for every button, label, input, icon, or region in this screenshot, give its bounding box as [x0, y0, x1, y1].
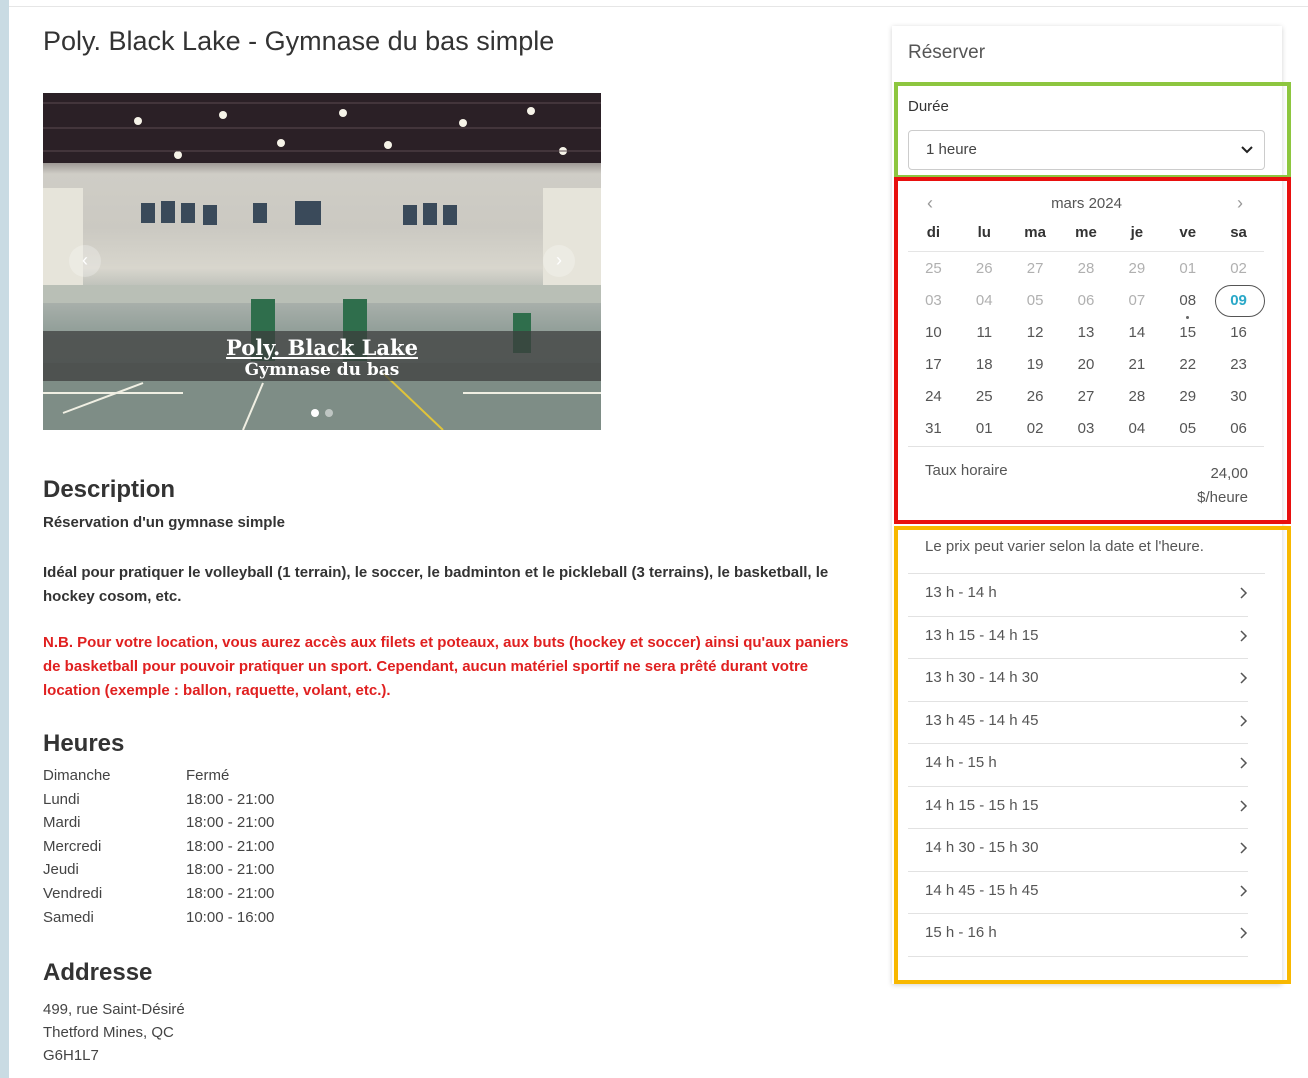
hours-row: Samedi 10:00 - 16:00	[43, 909, 274, 933]
hours-time: 18:00 - 21:00	[186, 790, 275, 808]
chevron-left-icon: ‹	[82, 250, 88, 270]
hours-row: Mercredi 18:00 - 21:00	[43, 838, 274, 862]
hours-time: 10:00 - 16:00	[186, 908, 275, 926]
description-text: Idéal pour pratiquer le volleyball (1 te…	[43, 564, 829, 605]
hours-day: Dimanche	[43, 767, 111, 784]
photo-carousel[interactable]: Poly. Black Lake Gymnase du bas ‹ ›	[43, 93, 601, 430]
left-rail	[0, 0, 9, 1078]
address-city: Thetford Mines, QC	[43, 1024, 174, 1041]
carousel-next-button[interactable]: ›	[543, 245, 575, 277]
chevron-right-icon: ›	[556, 250, 562, 270]
carousel-dot-1[interactable]	[311, 409, 319, 417]
page-title: Poly. Black Lake - Gymnase du bas simple	[43, 26, 555, 56]
carousel-dot-2[interactable]	[325, 409, 333, 417]
hours-day: Lundi	[43, 790, 80, 808]
hours-day: Vendredi	[43, 884, 103, 902]
carousel-caption-title: Poly. Black Lake	[226, 335, 418, 360]
hours-day: Mercredi	[43, 837, 102, 855]
address-postal-code: G6H1L7	[43, 1047, 99, 1064]
hours-row: Vendredi 18:00 - 21:00	[43, 885, 274, 909]
hours-row: Mardi 18:00 - 21:00	[43, 814, 274, 838]
time-slots-highlight-box	[894, 526, 1291, 984]
description-subtitle: Réservation d'un gymnase simple	[43, 514, 285, 531]
hours-time: 18:00 - 21:00	[186, 861, 275, 879]
hours-day: Samedi	[43, 908, 94, 926]
hours-row: Jeudi 18:00 - 21:00	[43, 861, 274, 885]
description-warning: N.B. Pour votre location, vous aurez acc…	[43, 634, 849, 699]
hours-row: Dimanche Fermé	[43, 767, 274, 791]
duration-highlight-box	[894, 82, 1291, 179]
calendar-highlight-box	[894, 177, 1291, 524]
reservation-title: Réserver	[908, 42, 986, 63]
address-block: 499, rue Saint-Désiré Thetford Mines, QC…	[43, 998, 185, 1067]
carousel-prev-button[interactable]: ‹	[69, 245, 101, 277]
hours-day: Mardi	[43, 814, 81, 832]
address-street: 499, rue Saint-Désiré	[43, 1001, 185, 1018]
hours-time: 18:00 - 21:00	[186, 814, 275, 832]
top-divider	[9, 6, 1308, 7]
hours-row: Lundi 18:00 - 21:00	[43, 791, 274, 815]
hours-time: 18:00 - 21:00	[186, 884, 275, 902]
carousel-caption-subtitle: Gymnase du bas	[244, 360, 400, 380]
hours-time: Fermé	[186, 767, 230, 784]
hours-time: 18:00 - 21:00	[186, 837, 275, 855]
hours-day: Jeudi	[43, 861, 79, 879]
address-heading: Addresse	[43, 959, 153, 986]
hours-heading: Heures	[43, 730, 125, 757]
hours-table: Dimanche Fermé Lundi 18:00 - 21:00 Mardi 18:0…	[43, 767, 274, 932]
carousel-indicators	[311, 409, 333, 417]
description-heading: Description	[43, 476, 176, 503]
